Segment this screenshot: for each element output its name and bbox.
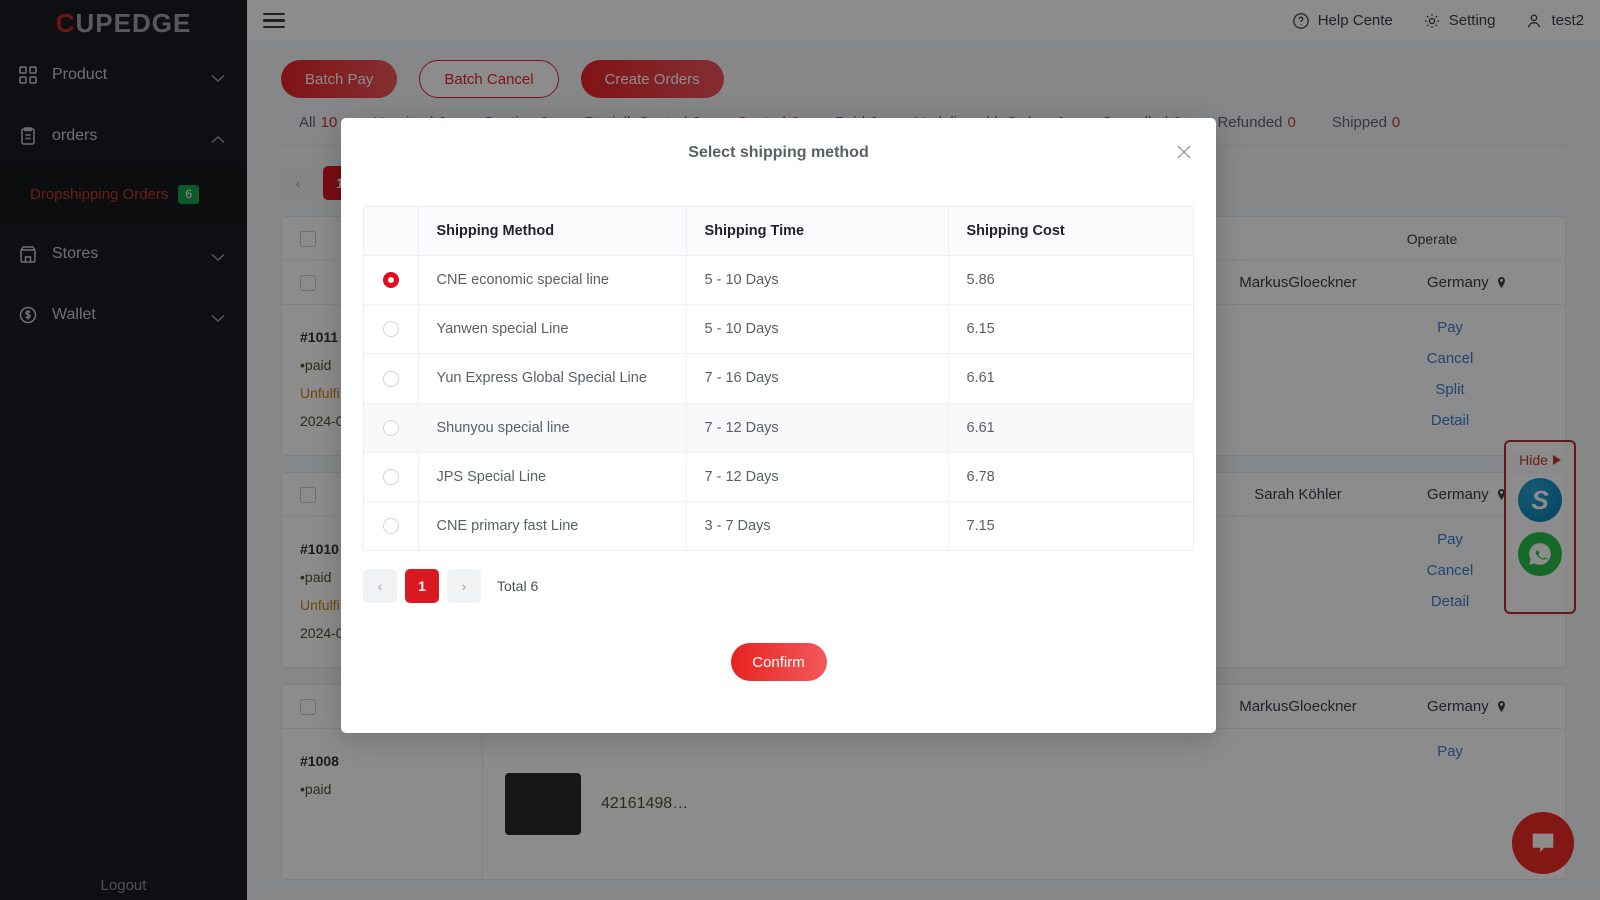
dialog-total-label: Total 6 (497, 578, 539, 595)
shipping-methods-table: Shipping Method Shipping Time Shipping C… (364, 207, 1193, 551)
dialog-page-prev-button[interactable]: ‹ (363, 569, 397, 604)
table-row[interactable]: CNE economic special line 5 - 10 Days 5.… (364, 255, 1193, 306)
table-header-row: Shipping Method Shipping Time Shipping C… (364, 207, 1193, 256)
table-row[interactable]: Shunyou special line 7 - 12 Days 6.61 (364, 403, 1193, 453)
shipping-method-name: Yanwen special Line (418, 304, 687, 355)
col-shipping-cost: Shipping Cost (948, 207, 1193, 256)
shipping-cost: 6.15 (948, 304, 1193, 355)
close-icon[interactable] (1174, 142, 1194, 162)
shipping-time: 3 - 7 Days (686, 501, 949, 551)
table-row[interactable]: JPS Special Line 7 - 12 Days 6.78 (364, 452, 1193, 502)
dialog-page-number-1[interactable]: 1 (405, 569, 439, 604)
shipping-method-radio[interactable] (382, 321, 399, 338)
shipping-cost: 6.61 (948, 403, 1193, 453)
table-row[interactable]: Yun Express Global Special Line 7 - 16 D… (364, 353, 1193, 404)
shipping-time: 5 - 10 Days (686, 255, 949, 306)
shipping-time: 5 - 10 Days (686, 304, 949, 355)
dialog-title: Select shipping method (688, 144, 869, 161)
shipping-cost: 6.78 (948, 452, 1193, 502)
shipping-time: 7 - 16 Days (686, 353, 949, 404)
shipping-method-radio[interactable] (382, 419, 399, 436)
col-select (364, 207, 419, 256)
shipping-method-radio[interactable] (382, 468, 399, 485)
shipping-method-radio[interactable] (382, 272, 399, 289)
shipping-cost: 6.61 (948, 353, 1193, 404)
shipping-method-name: CNE primary fast Line (418, 501, 687, 551)
table-row[interactable]: CNE primary fast Line 3 - 7 Days 7.15 (364, 501, 1193, 551)
col-shipping-time: Shipping Time (686, 207, 949, 256)
shipping-method-name: CNE economic special line (418, 255, 687, 306)
shipping-time: 7 - 12 Days (686, 452, 949, 502)
shipping-cost: 7.15 (966, 517, 995, 534)
shipping-cost: 5.86 (948, 255, 1193, 306)
dialog-footer: Confirm (341, 643, 1216, 682)
col-shipping-method: Shipping Method (418, 207, 687, 256)
shipping-time: 7 - 12 Days (686, 403, 949, 453)
shipping-method-radio[interactable] (382, 518, 399, 535)
dialog-pagination: ‹ 1 › Total 6 (363, 569, 1216, 604)
shipping-method-name: Yun Express Global Special Line (418, 353, 687, 404)
shipping-method-name: JPS Special Line (418, 452, 687, 502)
confirm-button[interactable]: Confirm (730, 643, 827, 682)
table-row[interactable]: Yanwen special Line 5 - 10 Days 6.15 (364, 304, 1193, 355)
select-shipping-method-dialog: Select shipping method Shipping Method S… (341, 118, 1216, 733)
dialog-page-next-button[interactable]: › (447, 569, 481, 604)
shipping-method-name: Shunyou special line (418, 403, 687, 453)
shipping-methods-table-wrap: Shipping Method Shipping Time Shipping C… (363, 206, 1194, 552)
shipping-method-radio[interactable] (382, 370, 399, 387)
